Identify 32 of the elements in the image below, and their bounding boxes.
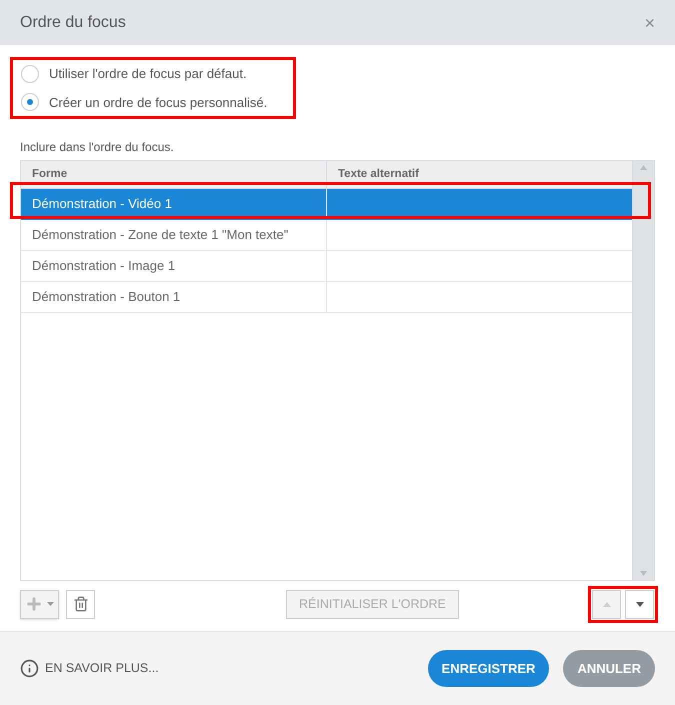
scroll-up-icon[interactable]	[640, 165, 647, 170]
caret-icon	[47, 602, 54, 606]
down-triangle-icon	[636, 602, 644, 606]
learn-more-link[interactable]: EN SAVOIR PLUS...	[20, 659, 159, 678]
close-button[interactable]: ×	[644, 14, 655, 32]
column-header: Texte alternatif	[337, 166, 420, 182]
table-row[interactable]: Démonstration - Zone de texte 1 "Mon texte"	[21, 220, 632, 251]
column-header: Forme	[21, 161, 327, 188]
window-title: Ordre du focus	[20, 12, 126, 32]
move-down-button[interactable]	[625, 590, 654, 618]
save-button[interactable]: ENREGISTRER	[428, 650, 550, 687]
section-label: Inclure dans l'ordre du focus.	[20, 139, 175, 156]
plus-icon	[25, 595, 43, 613]
table-cell: Démonstration - Vidéo 1	[21, 189, 327, 219]
radio-label: Utiliser l'ordre de focus par défaut.	[49, 65, 247, 83]
table-row[interactable]: Démonstration - Bouton 1	[21, 282, 632, 313]
table-row[interactable]: Démonstration - Vidéo 1	[21, 189, 632, 220]
radio-button[interactable]	[21, 93, 39, 112]
cancel-button[interactable]: ANNULER	[563, 650, 655, 687]
table-cell: Démonstration - Zone de texte 1 "Mon texte"	[21, 220, 327, 250]
table-cell: Démonstration - Image 1	[21, 251, 327, 281]
table-row[interactable]: Démonstration - Image 1	[21, 251, 632, 282]
table-cell: Démonstration - Bouton 1	[21, 282, 327, 312]
scroll-down-icon[interactable]	[640, 571, 647, 576]
trash-icon	[72, 596, 88, 612]
scrollbar[interactable]	[632, 161, 654, 580]
radio-label: Créer un ordre de focus personnalisé.	[49, 94, 268, 112]
add-dropdown-button[interactable]	[20, 590, 59, 618]
radio-button[interactable]	[21, 64, 39, 83]
info-icon	[20, 659, 39, 678]
up-triangle-icon	[602, 602, 610, 606]
delete-button[interactable]	[66, 590, 95, 618]
